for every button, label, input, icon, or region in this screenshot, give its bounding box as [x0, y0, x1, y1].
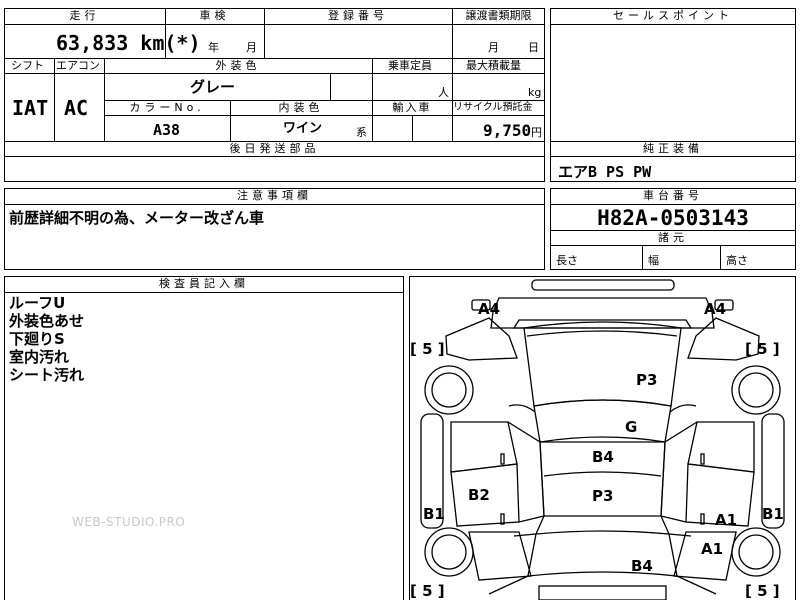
recycle-fee-header: リサイクル預託金: [453, 102, 533, 113]
table-line: [720, 245, 721, 270]
capacity-header: 乗車定員: [388, 59, 432, 72]
shift-header: シフト: [11, 59, 44, 72]
aircon-value: AC: [64, 96, 89, 120]
car-diagram: [420, 279, 785, 600]
recycle-fee-value: 9,750: [483, 121, 532, 140]
damage-mark-b4-center: B4: [592, 448, 614, 466]
capacity-unit: 人: [438, 86, 449, 99]
table-line: [330, 73, 331, 100]
mileage-value: 63,833 km(*): [56, 31, 201, 55]
table-line: [4, 156, 545, 157]
dimension-height-label: 高さ: [726, 254, 748, 267]
damage-mark-b1-left: B1: [423, 505, 445, 523]
chassis-number: H82A-0503143: [597, 206, 749, 230]
table-line: [104, 115, 545, 116]
mileage-unit: km(*): [140, 31, 201, 55]
color-no-value: A38: [153, 121, 181, 139]
inspector-header: 検査員記入欄: [159, 277, 249, 290]
table-line: [642, 245, 643, 270]
notes-header: 注意事項欄: [237, 189, 312, 202]
inspection-header: 車検: [199, 9, 230, 22]
table-line: [550, 156, 796, 157]
inspector-line-5: シート汚れ: [9, 366, 85, 384]
damage-mark-a1-upper: A1: [715, 511, 738, 529]
mileage-header: 走行: [69, 9, 100, 22]
dimension-length-label: 長さ: [556, 254, 578, 267]
inspection-month: 月: [246, 41, 257, 54]
table-line: [452, 8, 453, 141]
tire-tread-rear-left: [ 5 ]: [410, 582, 445, 600]
damage-mark-g: G: [625, 418, 638, 436]
transfer-month: 月: [488, 41, 499, 54]
color-no-header: カラーNo.: [129, 101, 205, 114]
import-header: 輸入車: [392, 101, 432, 114]
table-line: [4, 73, 545, 74]
exterior-color-value: グレー: [190, 78, 236, 96]
recycle-fee-unit: 円: [531, 126, 542, 139]
max-load-header: 最大積載量: [466, 59, 521, 72]
shift-value: IAT: [12, 96, 49, 120]
exterior-color-header: 外装色: [215, 59, 261, 72]
table-line: [550, 245, 796, 246]
damage-mark-p3-center: P3: [592, 487, 614, 505]
inspector-line-1: ルーフU: [9, 294, 66, 312]
mileage-number: 63,833: [56, 31, 129, 55]
transfer-day: 日: [528, 41, 539, 54]
registration-header: 登録番号: [328, 9, 388, 22]
table-line: [54, 58, 55, 141]
tire-tread-front-left: [ 5 ]: [410, 340, 445, 358]
table-line: [4, 204, 545, 205]
genuine-equipment-value: エアB PS PW: [558, 163, 652, 181]
sales-point-header: セールスポイント: [613, 9, 733, 22]
damage-mark-b1-right: B1: [762, 505, 784, 523]
table-line: [4, 292, 404, 293]
inspection-year: 年: [208, 41, 219, 54]
table-line: [372, 58, 373, 141]
interior-color-value: ワイン: [283, 121, 323, 136]
inspector-line-2: 外装色あせ: [9, 312, 85, 330]
later-parts-header: 後日発送部品: [229, 142, 320, 155]
inspector-line-3: 下廻りS: [9, 330, 65, 348]
interior-color-suffix: 系: [356, 126, 367, 139]
aircon-header: エアコン: [56, 59, 100, 72]
damage-mark-p3-top: P3: [636, 371, 658, 389]
load-unit: kg: [528, 86, 542, 99]
table-line: [4, 24, 545, 25]
damage-mark-a4-right: A4: [704, 300, 727, 318]
damage-mark-b2: B2: [468, 486, 490, 504]
chassis-header: 車台番号: [643, 189, 703, 202]
transfer-deadline-header: 譲渡書類期限: [465, 9, 532, 22]
dimension-width-label: 幅: [648, 254, 659, 267]
inspector-line-4: 室内汚れ: [9, 348, 70, 366]
tire-tread-rear-right: [ 5 ]: [745, 582, 780, 600]
damage-mark-a1-lower: A1: [701, 540, 724, 558]
dimensions-header: 諸元: [658, 231, 688, 244]
damage-mark-a4-left: A4: [478, 300, 501, 318]
table-line: [412, 115, 413, 141]
table-line: [550, 204, 796, 205]
interior-color-header: 内装色: [278, 101, 324, 114]
watermark: WEB-STUDIO.PRO: [72, 515, 186, 529]
damage-mark-b4-bottom: B4: [631, 557, 653, 575]
tire-tread-front-right: [ 5 ]: [745, 340, 780, 358]
genuine-equipment-header: 純正装備: [643, 142, 703, 155]
table-line: [550, 24, 796, 25]
notes-value: 前歴詳細不明の為、メーター改ざん車: [9, 209, 265, 227]
